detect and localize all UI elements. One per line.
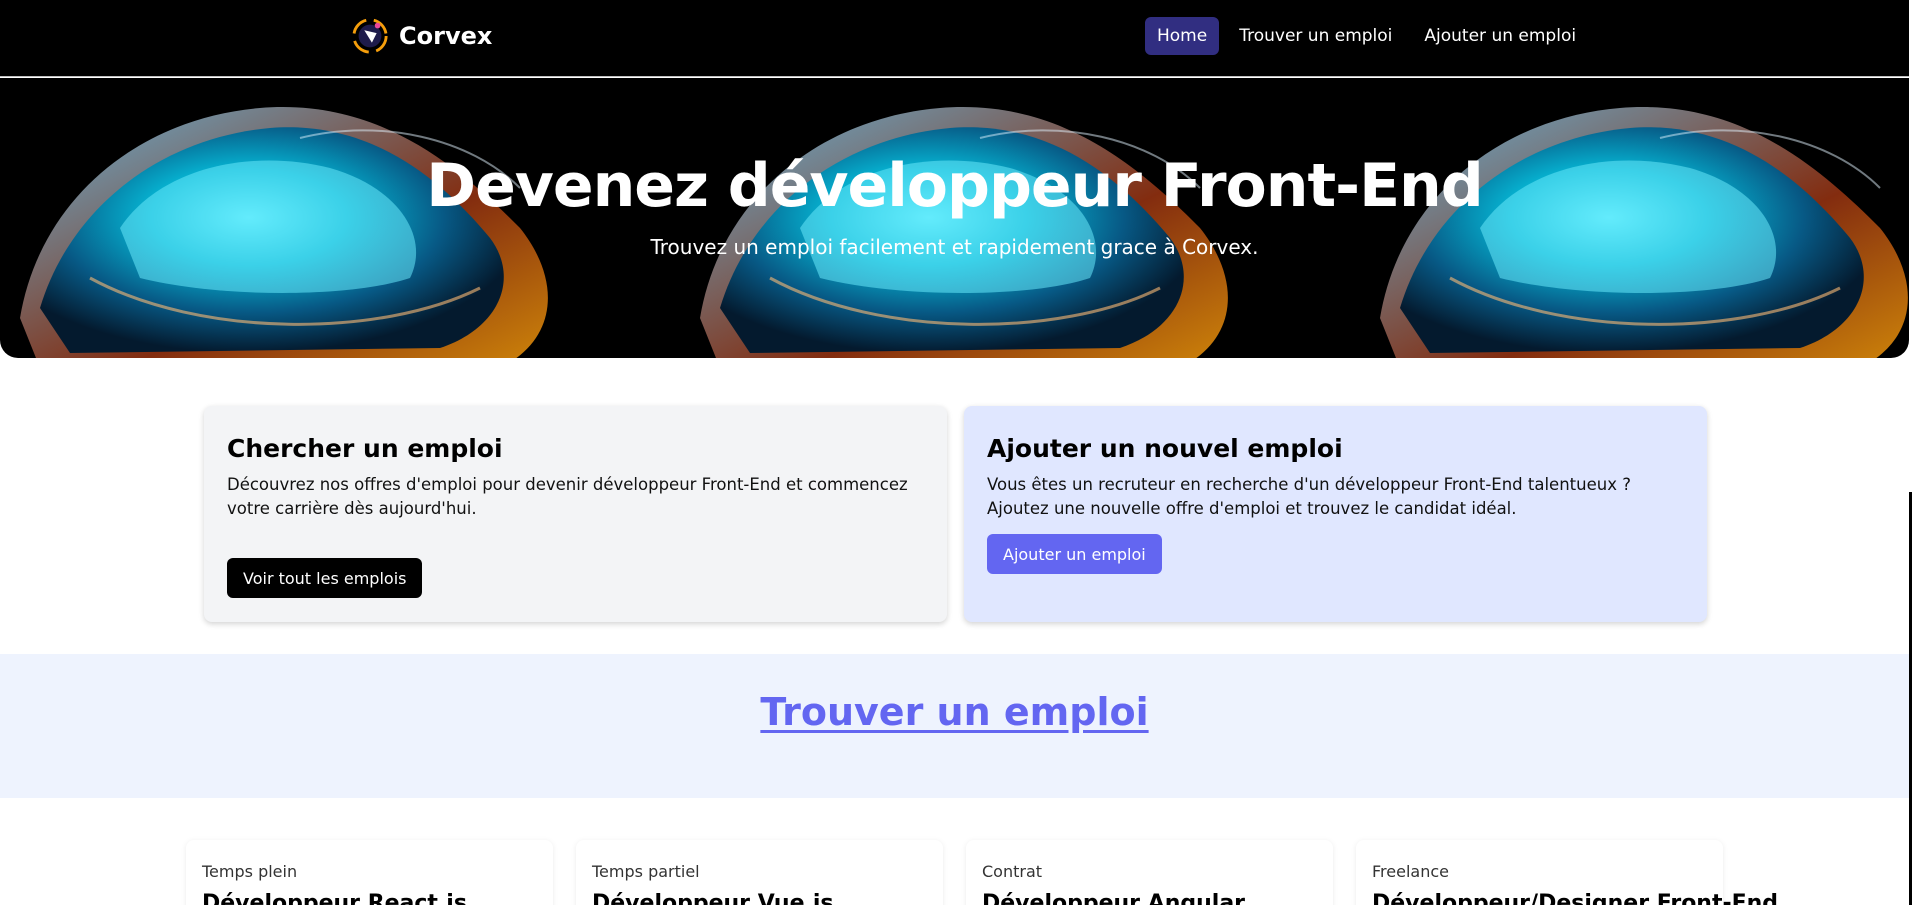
hero-subtitle: Trouvez un emploi facilement et rapideme… <box>650 235 1259 259</box>
card-text: Découvrez nos offres d'emploi pour deven… <box>227 475 908 518</box>
job-title: Développeur Vue.js <box>592 891 834 905</box>
nav-home[interactable]: Home <box>1145 17 1220 55</box>
main-nav: Home Trouver un emploi Ajouter un emploi <box>1145 17 1596 55</box>
add-job-button[interactable]: Ajouter un emploi <box>987 534 1162 574</box>
job-card[interactable]: Temps partiel Développeur Vue.js <box>576 840 943 905</box>
job-card[interactable]: Contrat Développeur Angular <box>966 840 1333 905</box>
brand-name: Corvex <box>399 22 493 50</box>
nav-find-job[interactable]: Trouver un emploi <box>1227 17 1404 55</box>
search-job-card: Chercher un emploi Découvrez nos offres … <box>204 406 947 622</box>
hero-title: Devenez développeur Front-End <box>426 151 1483 221</box>
find-job-heading-link[interactable]: Trouver un emploi <box>0 690 1909 734</box>
find-job-section: Trouver un emploi <box>0 654 1909 798</box>
job-type: Contrat <box>982 862 1043 881</box>
page-scrollbar[interactable] <box>1909 0 1919 905</box>
view-all-jobs-button[interactable]: Voir tout les emplois <box>227 558 423 598</box>
corvex-logo-icon <box>352 18 388 54</box>
job-title: Développeur/Designer Front-End <box>1372 891 1779 905</box>
job-title: Développeur Angular <box>982 891 1246 905</box>
job-card[interactable]: Temps plein Développeur React.js <box>186 840 553 905</box>
card-title: Ajouter un nouvel emploi <box>987 434 1343 463</box>
job-title: Développeur React.js <box>202 891 467 905</box>
job-card[interactable]: Freelance Développeur/Designer Front-End <box>1356 840 1779 905</box>
card-title: Chercher un emploi <box>227 434 503 463</box>
add-job-card: Ajouter un nouvel emploi Vous êtes un re… <box>964 406 1707 622</box>
job-type: Temps plein <box>202 862 298 881</box>
nav-add-job[interactable]: Ajouter un emploi <box>1412 17 1588 55</box>
card-text: Vous êtes un recruteur en recherche d'un… <box>987 475 1631 518</box>
hero-banner: Devenez développeur Front-End Trouvez un… <box>0 78 1909 358</box>
job-type: Temps partiel <box>592 862 700 881</box>
brand-link[interactable]: Corvex <box>351 16 492 56</box>
scrollbar-thumb[interactable] <box>1909 492 1912 905</box>
top-navbar: Corvex Home Trouver un emploi Ajouter un… <box>0 0 1919 77</box>
job-type: Freelance <box>1372 862 1449 881</box>
